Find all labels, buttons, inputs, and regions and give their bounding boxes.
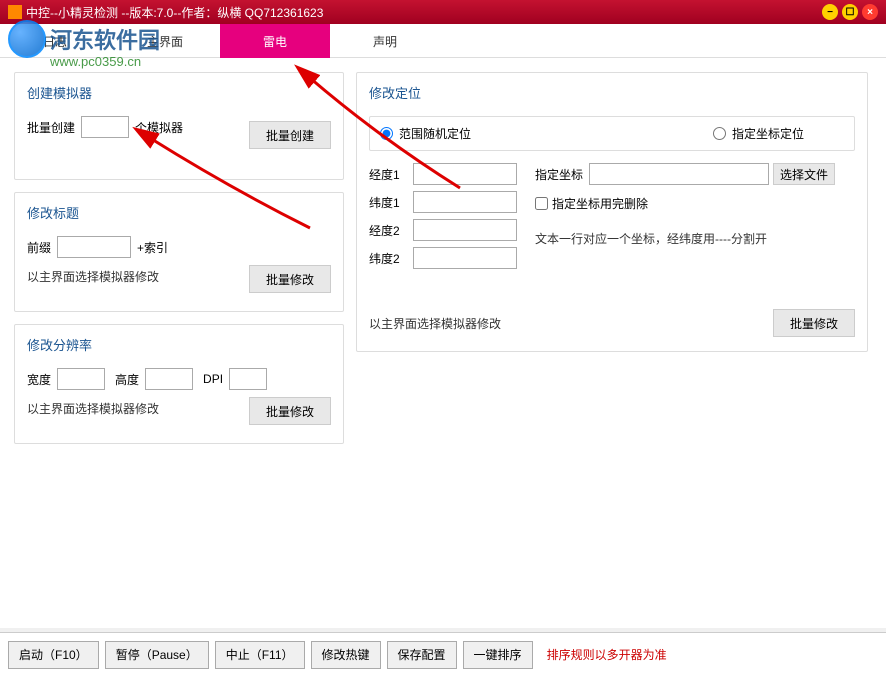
content-area: 创建模拟器 批量创建 个模拟器 批量创建 修改标题 前缀 +索引 以主界面选择模…: [0, 58, 886, 628]
lat1-input[interactable]: [413, 191, 517, 213]
coordinate-inputs: 经度1 纬度1 经度2 纬度2: [369, 163, 529, 275]
spec-coord-input[interactable]: [589, 163, 769, 185]
close-button[interactable]: ×: [862, 4, 878, 20]
specified-coord-area: 指定坐标 选择文件 指定坐标用完删除 文本一行对应一个坐标，经纬度用----分割…: [535, 163, 855, 247]
panel-title: 修改定位: [369, 83, 855, 102]
unit-label: 个模拟器: [135, 119, 183, 136]
panel-title: 创建模拟器: [27, 83, 331, 102]
lat1-label: 纬度1: [369, 194, 413, 211]
panel-modify-resolution: 修改分辨率 宽度 高度 DPI 以主界面选择模拟器修改 批量修改: [14, 324, 344, 444]
radio-row: 范围随机定位 指定坐标定位: [369, 116, 855, 151]
title-text: 中控--小精灵检测 --版本:7.0--作者：纵横 QQ712361623: [26, 4, 822, 21]
lng1-input[interactable]: [413, 163, 517, 185]
lat2-input[interactable]: [413, 247, 517, 269]
sort-button[interactable]: 一键排序: [463, 641, 533, 669]
app-icon: [8, 5, 22, 19]
hint-text: 以主界面选择模拟器修改: [27, 268, 159, 285]
dpi-label: DPI: [203, 372, 223, 386]
tab-leidian[interactable]: 雷电: [220, 24, 330, 58]
radio-specified-location[interactable]: 指定坐标定位: [713, 125, 804, 142]
panel-create-emulator: 创建模拟器 批量创建 个模拟器 批量创建: [14, 72, 344, 180]
prefix-input[interactable]: [57, 236, 131, 258]
panel-modify-title: 修改标题 前缀 +索引 以主界面选择模拟器修改 批量修改: [14, 192, 344, 312]
save-config-button[interactable]: 保存配置: [387, 641, 457, 669]
width-label: 宽度: [27, 371, 51, 388]
hint-text: 以主界面选择模拟器修改: [369, 315, 501, 332]
radio-random-input[interactable]: [380, 127, 393, 140]
stop-button[interactable]: 中止（F11）: [215, 641, 305, 669]
height-input[interactable]: [145, 368, 193, 390]
radio-random-location[interactable]: 范围随机定位: [380, 125, 471, 142]
spec-coord-label: 指定坐标: [535, 166, 583, 183]
choose-file-button[interactable]: 选择文件: [773, 163, 835, 185]
batch-create-button[interactable]: 批量创建: [249, 121, 331, 149]
batch-count-input[interactable]: [81, 116, 129, 138]
window-controls: − ☐ ×: [822, 4, 878, 20]
minimize-button[interactable]: −: [822, 4, 838, 20]
delete-after-use-checkbox[interactable]: [535, 197, 548, 210]
prefix-label: 前缀: [27, 239, 51, 256]
lat2-label: 纬度2: [369, 250, 413, 267]
tab-main[interactable]: 主界面: [110, 24, 220, 58]
lng2-label: 经度2: [369, 222, 413, 239]
batch-modify-loc-button[interactable]: 批量修改: [773, 309, 855, 337]
start-button[interactable]: 启动（F10）: [8, 641, 99, 669]
footer-hint: 排序规则以多开器为准: [547, 646, 667, 663]
footer-toolbar: 启动（F10） 暂停（Pause） 中止（F11） 修改热键 保存配置 一键排序…: [0, 632, 886, 676]
file-hint: 文本一行对应一个坐标，经纬度用----分割开: [535, 232, 767, 246]
batch-modify-res-button[interactable]: 批量修改: [249, 397, 331, 425]
batch-modify-title-button[interactable]: 批量修改: [249, 265, 331, 293]
maximize-button[interactable]: ☐: [842, 4, 858, 20]
tab-statement[interactable]: 声明: [330, 24, 440, 58]
lng1-label: 经度1: [369, 166, 413, 183]
suffix-label: +索引: [137, 239, 168, 256]
menubar: 日志 主界面 雷电 声明: [0, 24, 886, 58]
lng2-input[interactable]: [413, 219, 517, 241]
batch-create-label: 批量创建: [27, 119, 75, 136]
titlebar: 中控--小精灵检测 --版本:7.0--作者：纵横 QQ712361623 − …: [0, 0, 886, 24]
panel-modify-location: 修改定位 范围随机定位 指定坐标定位 经度1 纬度1 经度2 纬度2: [356, 72, 868, 352]
width-input[interactable]: [57, 368, 105, 390]
pause-button[interactable]: 暂停（Pause）: [105, 641, 209, 669]
radio-specified-input[interactable]: [713, 127, 726, 140]
panel-title: 修改标题: [27, 203, 331, 222]
tab-log[interactable]: 日志: [0, 24, 110, 58]
height-label: 高度: [115, 371, 139, 388]
checkbox-label: 指定坐标用完删除: [552, 195, 648, 212]
hint-text: 以主界面选择模拟器修改: [27, 400, 159, 417]
panel-title: 修改分辨率: [27, 335, 331, 354]
modify-hotkey-button[interactable]: 修改热键: [311, 641, 381, 669]
dpi-input[interactable]: [229, 368, 267, 390]
